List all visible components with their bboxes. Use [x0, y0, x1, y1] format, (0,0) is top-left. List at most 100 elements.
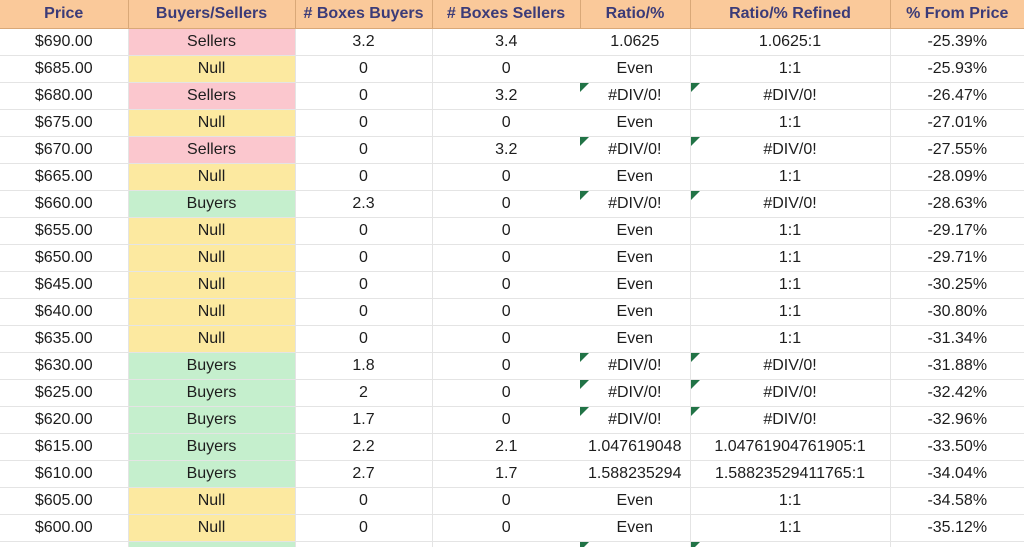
cell-ratio[interactable]: #DIV/0!	[580, 352, 691, 380]
column-header-ratio-refined[interactable]: Ratio/% Refined	[690, 0, 891, 29]
cell-price[interactable]: $660.00	[0, 190, 129, 218]
column-header-boxes-sellers[interactable]: # Boxes Sellers	[432, 0, 581, 29]
cell-ratio[interactable]: Even	[580, 217, 691, 245]
cell-price[interactable]: $675.00	[0, 109, 129, 137]
cell-boxes-buyers[interactable]: 0	[295, 217, 433, 245]
cell-pct-from-price[interactable]: -34.58%	[890, 487, 1024, 515]
cell-boxes-buyers[interactable]	[295, 541, 433, 547]
cell-boxes-sellers[interactable]: 0	[432, 163, 580, 191]
cell-buyers-sellers[interactable]: Null	[128, 109, 296, 137]
cell-price[interactable]: $605.00	[0, 487, 129, 515]
cell-buyers-sellers[interactable]: Null	[128, 514, 296, 542]
cell-buyers-sellers[interactable]: Sellers	[128, 28, 296, 56]
cell-boxes-sellers[interactable]: 2.1	[432, 433, 580, 461]
cell-ratio[interactable]: #DIV/0!	[580, 136, 691, 164]
cell-buyers-sellers[interactable]: Sellers	[128, 136, 296, 164]
cell-pct-from-price[interactable]: -25.39%	[890, 28, 1024, 56]
cell-pct-from-price[interactable]: -27.01%	[890, 109, 1024, 137]
cell-price[interactable]: $680.00	[0, 82, 129, 110]
cell-boxes-sellers[interactable]: 0	[432, 55, 580, 83]
cell-pct-from-price[interactable]: -33.50%	[890, 433, 1024, 461]
cell-pct-from-price[interactable]: -30.80%	[890, 298, 1024, 326]
cell-ratio-refined[interactable]: 1.0625:1	[690, 28, 891, 56]
cell-pct-from-price[interactable]: -29.17%	[890, 217, 1024, 245]
cell-price[interactable]: $600.00	[0, 514, 129, 542]
cell-buyers-sellers[interactable]: Null	[128, 298, 296, 326]
cell-ratio-refined[interactable]: #DIV/0!	[690, 190, 891, 218]
cell-boxes-sellers[interactable]: 0	[432, 217, 580, 245]
cell-ratio[interactable]: 1.588235294	[580, 460, 691, 488]
cell-boxes-buyers[interactable]: 2.7	[295, 460, 433, 488]
cell-buyers-sellers[interactable]: Buyers	[128, 190, 296, 218]
cell-pct-from-price[interactable]: -35.12%	[890, 514, 1024, 542]
cell-boxes-buyers[interactable]: 0	[295, 271, 433, 299]
cell-price[interactable]: $625.00	[0, 379, 129, 407]
cell-ratio[interactable]: #DIV/0!	[580, 82, 691, 110]
cell-price[interactable]: $665.00	[0, 163, 129, 191]
cell-boxes-buyers[interactable]: 2.2	[295, 433, 433, 461]
cell-pct-from-price[interactable]: -34.04%	[890, 460, 1024, 488]
cell-buyers-sellers[interactable]: Null	[128, 487, 296, 515]
cell-price[interactable]: $670.00	[0, 136, 129, 164]
column-header-buyers-sellers[interactable]: Buyers/Sellers	[128, 0, 296, 29]
cell-boxes-buyers[interactable]: 0	[295, 55, 433, 83]
cell-pct-from-price[interactable]: -30.25%	[890, 271, 1024, 299]
cell-ratio[interactable]: Even	[580, 271, 691, 299]
cell-price[interactable]: $645.00	[0, 271, 129, 299]
cell-boxes-buyers[interactable]: 0	[295, 136, 433, 164]
cell-boxes-buyers[interactable]: 1.8	[295, 352, 433, 380]
cell-boxes-buyers[interactable]: 0	[295, 163, 433, 191]
cell-boxes-sellers[interactable]: 0	[432, 379, 580, 407]
cell-pct-from-price[interactable]: -32.96%	[890, 406, 1024, 434]
cell-price[interactable]: $655.00	[0, 217, 129, 245]
cell-price[interactable]: $610.00	[0, 460, 129, 488]
cell-boxes-buyers[interactable]: 1.7	[295, 406, 433, 434]
cell-ratio-refined[interactable]: 1:1	[690, 325, 891, 353]
cell-ratio[interactable]	[580, 541, 691, 547]
cell-buyers-sellers[interactable]: Null	[128, 271, 296, 299]
cell-price[interactable]: $640.00	[0, 298, 129, 326]
cell-price[interactable]	[0, 541, 129, 547]
cell-buyers-sellers[interactable]: Buyers	[128, 352, 296, 380]
cell-buyers-sellers[interactable]: Null	[128, 325, 296, 353]
cell-pct-from-price[interactable]: -31.34%	[890, 325, 1024, 353]
cell-boxes-sellers[interactable]: 3.2	[432, 82, 580, 110]
column-header-ratio[interactable]: Ratio/%	[580, 0, 691, 29]
cell-buyers-sellers[interactable]: Null	[128, 55, 296, 83]
cell-ratio-refined[interactable]: 1:1	[690, 298, 891, 326]
spreadsheet-grid[interactable]: Price Buyers/Sellers # Boxes Buyers # Bo…	[0, 0, 1024, 547]
cell-boxes-buyers[interactable]: 0	[295, 325, 433, 353]
cell-boxes-sellers[interactable]: 3.4	[432, 28, 580, 56]
cell-ratio-refined[interactable]: 1:1	[690, 55, 891, 83]
cell-ratio-refined[interactable]: #DIV/0!	[690, 352, 891, 380]
cell-boxes-sellers[interactable]: 1.7	[432, 460, 580, 488]
cell-buyers-sellers[interactable]: Buyers	[128, 379, 296, 407]
cell-price[interactable]: $650.00	[0, 244, 129, 272]
cell-buyers-sellers[interactable]: Sellers	[128, 82, 296, 110]
cell-boxes-buyers[interactable]: 0	[295, 298, 433, 326]
column-header-boxes-buyers[interactable]: # Boxes Buyers	[295, 0, 433, 29]
cell-boxes-buyers[interactable]: 2	[295, 379, 433, 407]
cell-boxes-sellers[interactable]: 0	[432, 514, 580, 542]
cell-ratio-refined[interactable]: 1:1	[690, 271, 891, 299]
cell-ratio[interactable]: #DIV/0!	[580, 406, 691, 434]
cell-ratio-refined[interactable]: #DIV/0!	[690, 136, 891, 164]
column-header-price[interactable]: Price	[0, 0, 129, 29]
cell-ratio[interactable]: Even	[580, 244, 691, 272]
cell-boxes-buyers[interactable]: 2.3	[295, 190, 433, 218]
cell-boxes-buyers[interactable]: 0	[295, 244, 433, 272]
cell-ratio[interactable]: Even	[580, 163, 691, 191]
cell-boxes-sellers[interactable]: 0	[432, 109, 580, 137]
cell-boxes-sellers[interactable]: 0	[432, 271, 580, 299]
cell-boxes-sellers[interactable]: 0	[432, 298, 580, 326]
cell-pct-from-price[interactable]	[890, 541, 1024, 547]
cell-ratio[interactable]: Even	[580, 514, 691, 542]
cell-boxes-buyers[interactable]: 0	[295, 487, 433, 515]
cell-pct-from-price[interactable]: -25.93%	[890, 55, 1024, 83]
cell-boxes-buyers[interactable]: 0	[295, 82, 433, 110]
cell-ratio[interactable]: Even	[580, 109, 691, 137]
cell-buyers-sellers[interactable]: Buyers	[128, 433, 296, 461]
cell-boxes-sellers[interactable]: 0	[432, 352, 580, 380]
cell-ratio-refined[interactable]: #DIV/0!	[690, 406, 891, 434]
cell-ratio[interactable]: Even	[580, 325, 691, 353]
